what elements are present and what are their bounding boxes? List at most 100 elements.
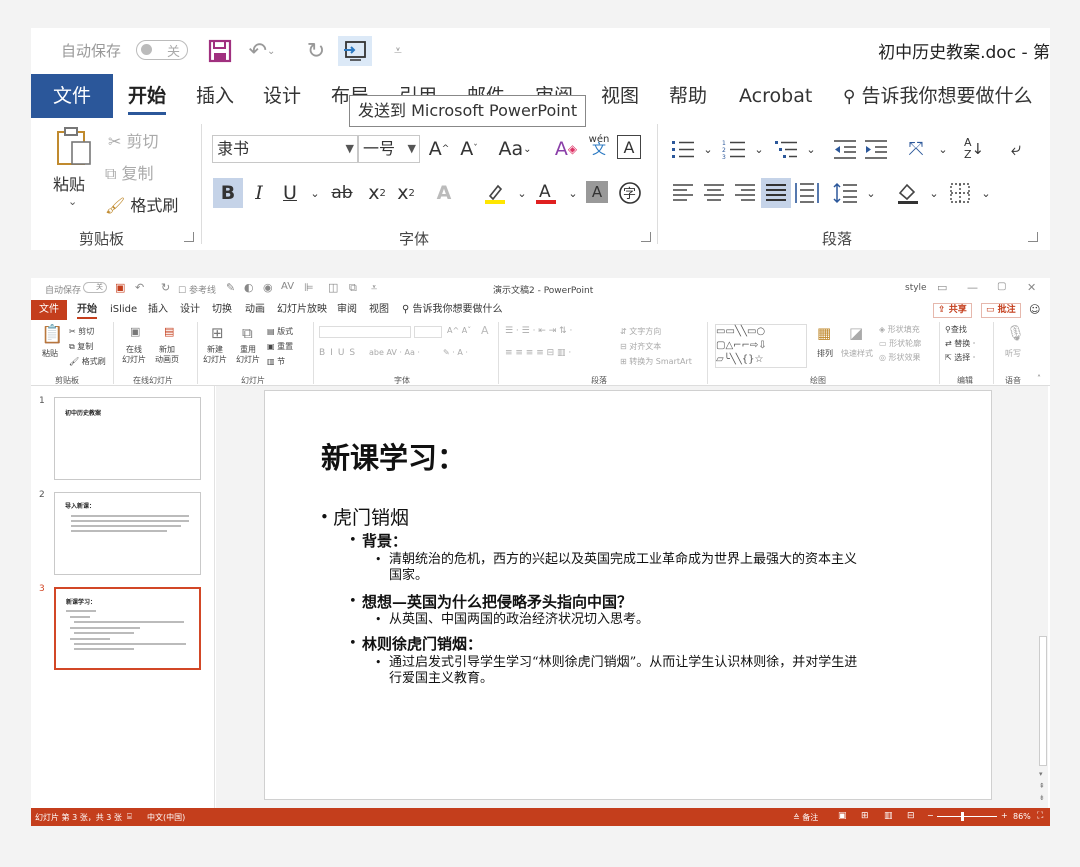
reuse-slide-button[interactable]: 重用 幻灯片 <box>236 345 260 365</box>
align-right-icon[interactable] <box>730 178 760 208</box>
zoom-out-icon[interactable]: − <box>927 811 934 820</box>
save-icon[interactable] <box>203 36 237 66</box>
distributed-icon[interactable] <box>792 178 822 208</box>
slide-thumbnail-3[interactable]: 新课学习： <box>54 587 201 670</box>
paste-icon[interactable] <box>53 126 95 168</box>
align-text-button[interactable]: ⊟ 对齐文本 <box>620 341 661 352</box>
align-objects-icon[interactable]: ⊫ <box>304 281 314 294</box>
ppt-redo-icon[interactable]: ↻ <box>161 281 170 294</box>
next-slide-icon[interactable]: ⇟ <box>1039 794 1045 802</box>
quick-styles-button[interactable]: 快速样式 <box>841 348 873 359</box>
ppt-color-buttons[interactable]: ✎ · A · <box>443 348 468 357</box>
ppt-tab-home[interactable]: 开始 <box>77 300 97 320</box>
decrease-indent-icon[interactable] <box>830 134 860 164</box>
borders-dropdown-icon[interactable]: ⌄ <box>971 178 1001 208</box>
shape-effects-button[interactable]: ◎ 形状效果 <box>879 352 921 363</box>
zoom-in-icon[interactable]: + <box>1001 811 1008 820</box>
font-color-dropdown-icon[interactable]: ⌄ <box>558 178 588 208</box>
ppt-font-size-select[interactable] <box>414 326 442 338</box>
font-launcher-icon[interactable] <box>641 232 651 242</box>
underline-dropdown-icon[interactable]: ⌄ <box>300 178 330 208</box>
dictate-button[interactable]: 听写 <box>1005 348 1021 359</box>
tab-design[interactable]: 设计 <box>263 74 301 118</box>
zoom-slider[interactable] <box>937 816 997 817</box>
slide-sorter-icon[interactable]: ⊞ <box>861 811 869 821</box>
ppt-tab-animations[interactable]: 动画 <box>245 300 265 320</box>
arrange-button[interactable]: 排列 <box>817 348 833 359</box>
ppt-copy-button[interactable]: ⧉ 复制 <box>69 341 93 352</box>
new-slide-icon[interactable]: ⊞ <box>211 324 224 342</box>
ppt-tab-insert[interactable]: 插入 <box>148 300 168 320</box>
customize-qat-icon[interactable]: ⩡ <box>381 36 415 66</box>
collapse-ribbon-icon[interactable]: ˄ <box>1037 374 1041 383</box>
normal-view-icon[interactable]: ▣ <box>838 811 847 821</box>
new-slide-button[interactable]: 新建 幻灯片 <box>203 345 227 365</box>
bold-button[interactable]: B <box>213 178 243 208</box>
cut-button[interactable]: ✂ 剪切 <box>108 128 159 152</box>
justify-icon[interactable] <box>761 178 791 208</box>
shape-outline-button[interactable]: ▭ 形状轮廓 <box>879 338 921 349</box>
copy-button[interactable]: ⧉ 复制 <box>105 160 154 184</box>
spacing-icon[interactable]: AV <box>281 281 294 292</box>
character-border-icon[interactable]: A <box>617 135 641 159</box>
slide-text-linzexu-2[interactable]: 行爱国主义教育。 <box>389 671 493 687</box>
slide-text-think[interactable]: 从英国、中国两国的政治经济状况切入思考。 <box>389 612 649 628</box>
font-size-select[interactable]: 一号 ▼ <box>358 135 420 163</box>
tab-insert[interactable]: 插入 <box>196 74 234 118</box>
ppt-paste-button[interactable]: 粘贴 <box>42 348 58 359</box>
ppt-save-icon[interactable]: ▣ <box>115 281 125 294</box>
shrink-font-icon[interactable]: Aˇ <box>454 134 484 164</box>
ppt-tab-islide[interactable]: iSlide <box>110 300 137 320</box>
scroll-down-icon[interactable]: ▾ <box>1039 770 1043 778</box>
tab-acrobat[interactable]: Acrobat <box>739 74 812 118</box>
tab-home[interactable]: 开始 <box>128 74 167 118</box>
undo-icon[interactable]: ↶ ⌄ <box>245 36 279 66</box>
increase-indent-icon[interactable] <box>861 134 891 164</box>
notes-button[interactable]: ≙ 备注 <box>793 812 818 823</box>
zoom-slider-handle[interactable] <box>961 812 964 821</box>
layout-button[interactable]: ▤ 版式 <box>267 326 293 337</box>
grow-font-icon[interactable]: A ^ <box>424 134 454 164</box>
redo-icon[interactable]: ↻ <box>299 36 333 66</box>
smartart-button[interactable]: ⊞ 转换为 SmartArt <box>620 356 692 367</box>
quick-styles-icon[interactable]: ◪ <box>849 324 863 342</box>
online-slides-icon[interactable]: ▣ <box>130 325 140 338</box>
ppt-font-name-select[interactable] <box>319 326 411 338</box>
paste-dropdown-icon[interactable]: ⌄ <box>68 195 77 208</box>
tell-me-search[interactable]: ⚲ 告诉我你想要做什么 <box>843 74 1033 118</box>
ppt-tab-design[interactable]: 设计 <box>180 300 200 320</box>
tab-help[interactable]: 帮助 <box>669 74 707 118</box>
record-icon[interactable]: ◉ <box>263 281 273 294</box>
ppt-list-buttons[interactable]: ☰ · ☰ · ⇤ ⇥ ⇅ · <box>505 326 572 336</box>
ppt-paste-icon[interactable]: 📋 <box>41 324 63 345</box>
new-animation-icon[interactable]: ▤ <box>164 325 174 338</box>
microphone-icon[interactable]: 🎙 <box>1006 324 1025 342</box>
slide-text-background-2[interactable]: 国家。 <box>389 568 428 584</box>
close-icon[interactable]: ✕ <box>1027 281 1036 294</box>
slide-text-background-1[interactable]: 清朝统治的危机，西方的兴起以及英国完成工业革命成为世界上最强大的资本主义 <box>389 552 857 568</box>
slide-bullet-background[interactable]: 背景： <box>362 530 407 551</box>
reset-button[interactable]: ▣ 重置 <box>267 341 293 352</box>
chinese-layout-icon[interactable]: ⤧ <box>901 134 931 164</box>
phonetic-guide-icon[interactable]: wén 文 <box>584 130 614 160</box>
highlight-color-icon[interactable] <box>480 178 510 208</box>
spelling-icon[interactable]: ⌸ <box>127 812 132 822</box>
ppt-tab-review[interactable]: 审阅 <box>337 300 357 320</box>
select-button[interactable]: ⇱ 选择 · <box>945 352 975 363</box>
change-case-button[interactable]: Aa ⌄ <box>493 134 537 164</box>
minimize-icon[interactable]: — <box>967 281 978 294</box>
smiley-icon[interactable]: ☺ <box>1029 300 1040 320</box>
paste-button[interactable]: 粘贴 <box>53 171 85 195</box>
paragraph-launcher-icon[interactable] <box>1028 232 1038 242</box>
slideshow-icon[interactable]: ⊟ <box>907 811 915 821</box>
online-slides-button[interactable]: 在线 幻灯片 <box>122 345 146 365</box>
align-left-icon[interactable] <box>668 178 698 208</box>
format-painter-button[interactable]: 🖌 格式刷 <box>105 192 178 216</box>
ppt-align-buttons[interactable]: ≡ ≡ ≡ ≡ ⊟ ▥ · <box>505 348 571 358</box>
scrollbar-thumb[interactable] <box>1039 636 1047 766</box>
multilevel-dropdown-icon[interactable]: ⌄ <box>796 134 826 164</box>
font-color-icon[interactable]: A <box>531 178 561 208</box>
ppt-font-style-buttons[interactable]: BIUS <box>319 348 360 358</box>
ppt-tell-me[interactable]: ⚲ 告诉我你想要做什么 <box>402 300 503 320</box>
pen-icon[interactable]: ✎ <box>226 281 235 294</box>
